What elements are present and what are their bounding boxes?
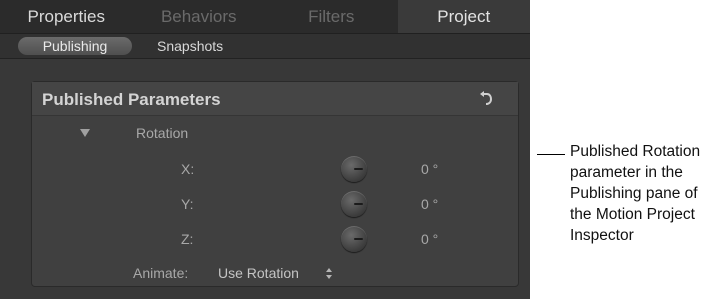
animate-popup-value[interactable]: Use Rotation [218, 265, 299, 281]
panel-header: Published Parameters [32, 82, 518, 116]
param-value-y[interactable]: 0 ° [421, 196, 438, 212]
caption-line: Publishing pane of [570, 185, 698, 202]
animate-label: Animate: [133, 265, 189, 281]
project-subtabs: Publishing Snapshots [0, 34, 530, 59]
project-inspector: Properties Behaviors Filters Project Pub… [0, 0, 530, 299]
inspector-tabs: Properties Behaviors Filters Project [0, 0, 530, 34]
caption-line: Published Rotation [570, 143, 701, 160]
disclosure-triangle-icon[interactable] [80, 129, 90, 137]
rotation-dial-icon[interactable] [341, 156, 367, 182]
param-value-x[interactable]: 0 ° [421, 161, 438, 177]
param-value-z[interactable]: 0 ° [421, 231, 438, 247]
subtab-publishing[interactable]: Publishing [18, 37, 132, 55]
param-label-y: Y: [181, 196, 194, 212]
callout-line [537, 154, 565, 155]
caption-line: parameter in the [570, 164, 683, 181]
caption-line: the Motion Project [570, 206, 695, 223]
panel-title: Published Parameters [42, 90, 221, 109]
rotation-dial-icon[interactable] [341, 226, 367, 252]
tab-project[interactable]: Project [397, 0, 530, 33]
up-down-stepper-icon[interactable] [326, 268, 332, 279]
reset-arrow-icon[interactable] [478, 91, 494, 107]
rotation-group-label: Rotation [136, 125, 189, 141]
param-label-x: X: [181, 161, 195, 177]
tab-properties[interactable]: Properties [0, 0, 133, 33]
subtab-snapshots[interactable]: Snapshots [157, 37, 223, 55]
callout-caption: Published Rotation parameter in the Publ… [570, 141, 727, 246]
tab-behaviors[interactable]: Behaviors [133, 0, 266, 33]
param-label-z: Z: [181, 231, 194, 247]
caption-line: Inspector [570, 227, 634, 244]
published-parameters-panel: Published Parameters Rotation X: 0 ° Y: … [31, 81, 519, 287]
rotation-dial-icon[interactable] [341, 191, 367, 217]
tab-filters[interactable]: Filters [265, 0, 398, 33]
